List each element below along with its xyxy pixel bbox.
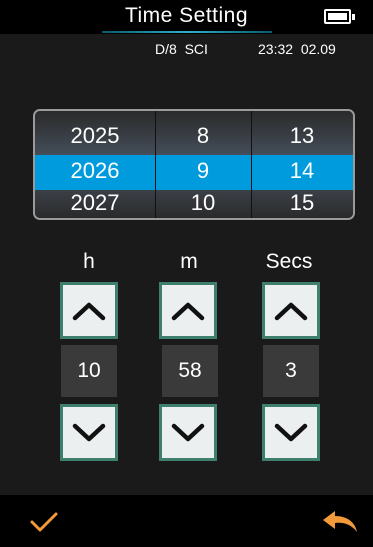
year-column[interactable]: 2025 2026 2027 <box>35 111 155 218</box>
hours-label: h <box>83 250 95 273</box>
month-option-selected[interactable]: 9 <box>155 158 251 184</box>
title-bar: Time Setting <box>0 0 373 34</box>
chevron-down-icon <box>274 423 308 441</box>
day-option[interactable]: 15 <box>251 190 353 216</box>
date-picker[interactable]: 2025 2026 2027 8 9 10 13 14 15 <box>33 109 355 220</box>
checkmark-icon <box>30 512 58 532</box>
day-option-selected[interactable]: 14 <box>251 158 353 184</box>
title-underline <box>102 31 272 33</box>
chevron-down-icon <box>171 423 205 441</box>
chevron-up-icon <box>274 302 308 320</box>
minutes-increment-button[interactable] <box>159 282 217 339</box>
seconds-increment-button[interactable] <box>262 282 320 339</box>
month-option[interactable]: 10 <box>155 190 251 216</box>
chevron-down-icon <box>72 423 106 441</box>
seconds-value: 3 <box>263 345 319 397</box>
confirm-button[interactable] <box>22 505 66 539</box>
day-column[interactable]: 13 14 15 <box>251 111 353 218</box>
year-option-selected[interactable]: 2026 <box>35 158 155 184</box>
device-screen: Time Setting D/8 SCI 23:32 02.09 2025 20… <box>0 0 373 547</box>
minutes-value: 58 <box>162 345 218 397</box>
year-option[interactable]: 2025 <box>35 123 155 149</box>
hours-increment-button[interactable] <box>60 282 118 339</box>
page-title: Time Setting <box>124 4 249 27</box>
chevron-up-icon <box>171 302 205 320</box>
year-option[interactable]: 2027 <box>35 190 155 216</box>
return-arrow-icon <box>323 511 357 532</box>
battery-full-icon <box>324 9 355 24</box>
seconds-decrement-button[interactable] <box>262 404 320 461</box>
seconds-label: Secs <box>265 250 313 273</box>
measurement-mode: D/8 SCI <box>155 41 208 57</box>
minutes-decrement-button[interactable] <box>159 404 217 461</box>
back-button[interactable] <box>316 505 364 539</box>
current-datetime: 23:32 02.09 <box>258 41 336 57</box>
day-option[interactable]: 13 <box>251 123 353 149</box>
hours-value: 10 <box>61 345 117 397</box>
bottom-bar <box>0 495 373 547</box>
minutes-label: m <box>180 250 198 273</box>
chevron-up-icon <box>72 302 106 320</box>
month-column[interactable]: 8 9 10 <box>155 111 251 218</box>
hours-decrement-button[interactable] <box>60 404 118 461</box>
month-option[interactable]: 8 <box>155 123 251 149</box>
